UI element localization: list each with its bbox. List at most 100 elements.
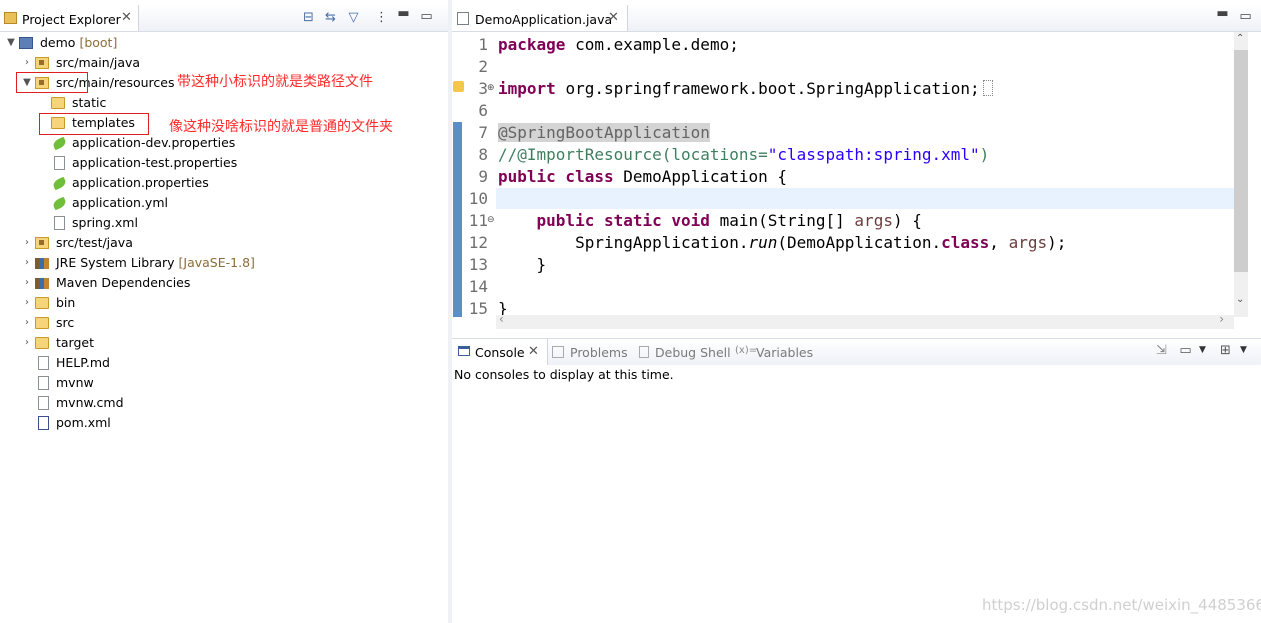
line-number: 6 xyxy=(478,101,488,120)
maven-file-icon xyxy=(38,416,49,430)
tab-variables[interactable]: Variables xyxy=(756,345,813,360)
code-comment: ) xyxy=(979,145,990,164)
variables-icon: (x)= xyxy=(735,345,758,356)
chevron-right-icon[interactable]: › xyxy=(22,313,32,333)
collapse-fold-icon[interactable]: ⊖ xyxy=(487,215,495,225)
code-editor[interactable]: 1 2 3 ⊕ 6 7 8 9 10 11 ⊖ 12 13 14 15 pack… xyxy=(452,32,1261,329)
editor-tab-label: DemoApplication.java xyxy=(475,12,613,27)
maximize-icon[interactable]: ▭ xyxy=(420,10,433,23)
close-icon[interactable]: ✕ xyxy=(528,344,539,359)
tree-item-label: pom.xml xyxy=(56,415,111,430)
project-explorer-view: Project Explorer ✕ ⊟ ⇆ ▽ ⋮ ▬ ▭ ▼ demo [b… xyxy=(0,0,448,623)
tree-item-application-properties[interactable]: application.properties xyxy=(0,173,440,193)
code-param: args xyxy=(1008,233,1048,252)
code-text: , xyxy=(989,233,1009,252)
tree-item-label: application.properties xyxy=(72,175,209,190)
tree-item-src-test-java[interactable]: › src/test/java xyxy=(0,233,440,253)
console-empty-message: No consoles to display at this time. xyxy=(454,367,674,382)
tab-console-label: Console xyxy=(475,345,525,360)
chevron-right-icon[interactable]: › xyxy=(22,233,32,253)
tree-item-maven-dependencies[interactable]: › Maven Dependencies xyxy=(0,273,440,293)
tree-item-src[interactable]: › src xyxy=(0,313,440,333)
tree-item-demo[interactable]: ▼ demo [boot] xyxy=(0,33,440,53)
tree-item-help-md[interactable]: HELP.md xyxy=(0,353,440,373)
tree-item-application-dev-properties[interactable]: application-dev.properties xyxy=(0,133,440,153)
annotation-box-source-folder xyxy=(16,72,88,93)
line-number: 12 xyxy=(468,233,488,252)
code-line: SpringApplication.run(DemoApplication.cl… xyxy=(498,233,1066,252)
editor-horizontal-scrollbar[interactable]: ‹ › xyxy=(496,312,1234,329)
tree-item-label: application.yml xyxy=(72,195,168,210)
tree-item-mvnw-cmd[interactable]: mvnw.cmd xyxy=(0,393,440,413)
tree-item-application-yml[interactable]: application.yml xyxy=(0,193,440,213)
line-number: 13 xyxy=(468,255,488,274)
code-keyword: public static void xyxy=(536,211,710,230)
console-output[interactable]: No consoles to display at this time. htt… xyxy=(452,365,1261,623)
tree-item-target[interactable]: › target xyxy=(0,333,440,353)
code-param: args xyxy=(854,211,893,230)
tree-item-mvnw[interactable]: mvnw xyxy=(0,373,440,393)
code-string: "classpath:spring.xml" xyxy=(767,145,980,164)
close-icon[interactable]: ✕ xyxy=(121,10,132,25)
display-console-icon[interactable]: ▭ xyxy=(1179,344,1192,357)
source-folder-icon xyxy=(35,237,49,249)
chevron-right-icon[interactable]: › xyxy=(22,293,32,313)
scroll-right-icon[interactable]: › xyxy=(1219,312,1224,326)
editor-vertical-scrollbar[interactable]: ⌃ ⌄ xyxy=(1234,32,1248,317)
collapse-all-icon[interactable]: ⊟ xyxy=(302,11,315,24)
source-folder-icon xyxy=(35,57,49,69)
view-menu-icon[interactable]: ⋮ xyxy=(375,11,388,24)
link-editor-icon[interactable]: ⇆ xyxy=(324,11,337,24)
code-annotation: @SpringBootApplication xyxy=(498,123,710,142)
open-console-icon[interactable]: ⊞ xyxy=(1219,344,1232,357)
tree-item-static[interactable]: static xyxy=(0,93,440,113)
tree-item-label: target xyxy=(56,335,95,350)
chevron-down-icon[interactable]: ▼ xyxy=(1196,344,1209,357)
file-icon xyxy=(38,396,49,410)
minimize-icon[interactable]: ▬ xyxy=(397,7,410,20)
tree-item-label: static xyxy=(72,95,107,110)
tab-console[interactable]: Console ✕ xyxy=(452,339,548,365)
expand-fold-icon[interactable]: ⊕ xyxy=(487,83,495,93)
spring-leaf-icon xyxy=(51,196,68,211)
tree-item-label: application-dev.properties xyxy=(72,135,236,150)
minimize-icon[interactable]: ▬ xyxy=(1216,7,1229,20)
scroll-up-icon[interactable]: ⌃ xyxy=(1236,33,1244,44)
maximize-icon[interactable]: ▭ xyxy=(1239,10,1252,23)
tree-item-label: HELP.md xyxy=(56,355,110,370)
close-icon[interactable]: ✕ xyxy=(608,10,619,25)
project-explorer-icon xyxy=(4,12,17,24)
chevron-right-icon[interactable]: › xyxy=(22,273,32,293)
tree-item-spring-xml[interactable]: spring.xml xyxy=(0,213,440,233)
tab-problems[interactable]: Problems xyxy=(570,345,628,360)
tree-item-label: bin xyxy=(56,295,76,310)
filter-icon[interactable]: ▽ xyxy=(347,11,360,24)
tree-item-application-test-properties[interactable]: application-test.properties xyxy=(0,153,440,173)
tree-item-bin[interactable]: › bin xyxy=(0,293,440,313)
tab-project-explorer[interactable]: Project Explorer ✕ xyxy=(0,5,139,31)
chevron-down-icon[interactable]: ▼ xyxy=(1237,344,1250,357)
tree-item-jre-system-library[interactable]: › JRE System Library [JavaSE-1.8] xyxy=(0,253,440,273)
scroll-left-icon[interactable]: ‹ xyxy=(499,312,504,326)
line-number: 8 xyxy=(478,145,488,164)
tree-item-label: Maven Dependencies xyxy=(56,275,191,290)
tree-item-label: application-test.properties xyxy=(72,155,238,170)
tree-item-src-main-java[interactable]: › src/main/java xyxy=(0,53,440,73)
console-tabbar: Console ✕ Problems Debug Shell (x)= Vari… xyxy=(452,338,1261,366)
scroll-down-icon[interactable]: ⌄ xyxy=(1236,294,1244,305)
pin-console-icon[interactable]: ⇲ xyxy=(1155,344,1168,357)
folded-import-marker[interactable] xyxy=(982,80,993,96)
tree-item-pom-xml[interactable]: pom.xml xyxy=(0,413,440,433)
tab-demoapplication-java[interactable]: DemoApplication.java ✕ xyxy=(452,5,628,31)
scrollbar-thumb[interactable] xyxy=(1234,50,1248,272)
chevron-right-icon[interactable]: › xyxy=(22,253,32,273)
debug-shell-icon xyxy=(639,346,649,358)
tree-item-label: src/test/java xyxy=(56,235,133,250)
chevron-right-icon[interactable]: › xyxy=(22,53,32,73)
code-line: //@ImportResource(locations="classpath:s… xyxy=(498,145,989,164)
chevron-right-icon[interactable]: › xyxy=(22,333,32,353)
code-keyword: import xyxy=(498,79,556,98)
tree-item-label: spring.xml xyxy=(72,215,138,230)
chevron-down-icon[interactable]: ▼ xyxy=(6,33,16,53)
tab-debug-shell[interactable]: Debug Shell xyxy=(655,345,731,360)
